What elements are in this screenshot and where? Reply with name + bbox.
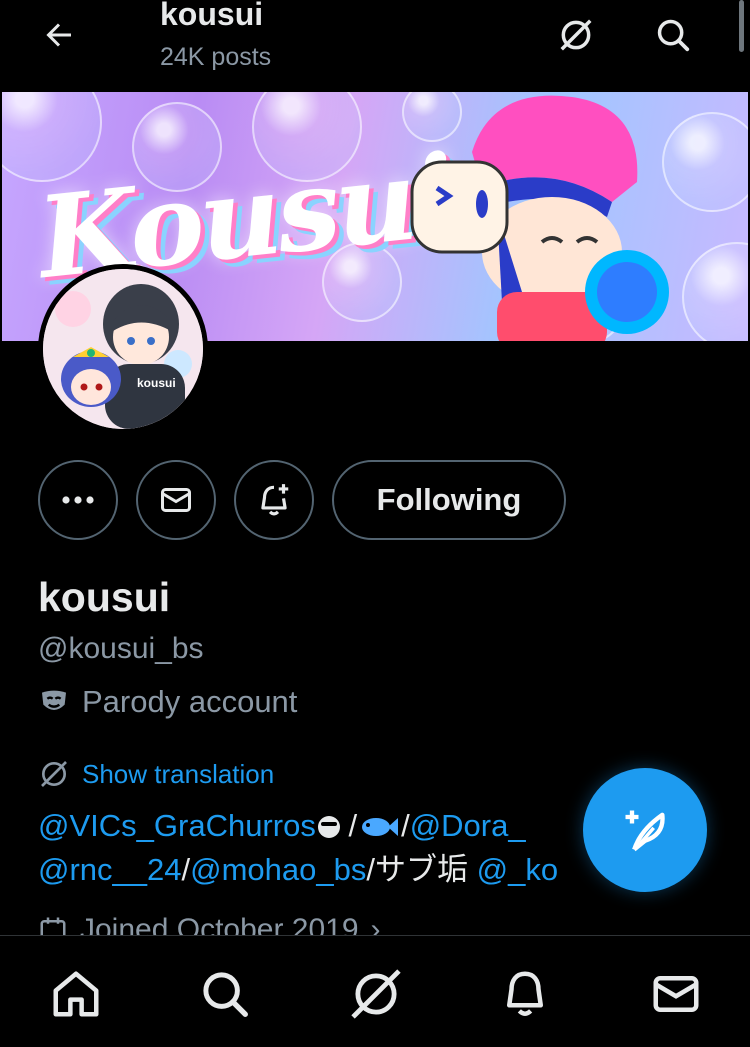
search-icon (203, 972, 248, 1017)
grok-button[interactable] (553, 12, 599, 58)
bottom-navigation (0, 935, 750, 1047)
nav-grok[interactable] (346, 964, 406, 1024)
bio-mention-link[interactable]: @rnc__24 (38, 852, 182, 887)
bio-mention-link[interactable]: @mohao_bs (190, 852, 366, 887)
home-icon (53, 971, 99, 1017)
show-translation-link[interactable]: Show translation (38, 758, 274, 790)
back-button[interactable] (36, 12, 82, 58)
header-title-block: kousui 24K posts (160, 0, 271, 74)
mask-icon (42, 690, 66, 710)
page-title: kousui (160, 0, 264, 32)
nav-home[interactable] (46, 964, 106, 1024)
nav-messages[interactable] (646, 964, 706, 1024)
show-translation-label[interactable]: Show translation (82, 759, 274, 790)
nav-search[interactable] (195, 964, 255, 1024)
avatar-illustration: kousui (43, 269, 203, 429)
svg-text:kousui: kousui (137, 376, 176, 390)
bio-mention-link[interactable]: @VICs_GraChurros (38, 808, 316, 843)
posts-count: 24K posts (160, 43, 272, 71)
compose-feather-icon (625, 810, 665, 852)
parody-label-row: Parody account (38, 684, 297, 720)
profile-avatar[interactable]: kousui (38, 264, 208, 434)
compose-post-button[interactable] (583, 768, 707, 892)
parody-account-label: Parody account (82, 684, 298, 719)
more-dots-icon (62, 496, 94, 504)
envelope-icon (653, 976, 699, 1012)
bell-plus-icon (261, 484, 289, 516)
message-button[interactable] (136, 460, 216, 540)
envelope-icon (161, 488, 191, 512)
search-icon (657, 19, 690, 52)
bell-icon (507, 971, 543, 1016)
following-button[interactable]: Following (332, 460, 566, 540)
bio-mention-link[interactable]: @_ko (477, 852, 558, 887)
more-options-button[interactable] (38, 460, 118, 540)
bio-mention-link[interactable]: @Dora_ (410, 808, 526, 843)
arrow-left-icon (46, 23, 71, 47)
nav-notifications[interactable] (495, 964, 555, 1024)
search-button[interactable] (650, 12, 696, 58)
translate-icon (41, 761, 67, 787)
banner-mascot-illustration (410, 95, 669, 341)
grok-icon (351, 969, 401, 1019)
grok-icon (560, 19, 592, 51)
emoji-face-icon (317, 816, 340, 838)
profile-handle: @kousui_bs (38, 632, 204, 665)
top-bar: kousui 24K posts (0, 0, 750, 90)
notifications-toggle-button[interactable] (234, 460, 314, 540)
scroll-indicator[interactable] (739, 0, 744, 52)
fish-emoji-icon (359, 807, 399, 836)
profile-display-name: kousui (38, 574, 171, 620)
